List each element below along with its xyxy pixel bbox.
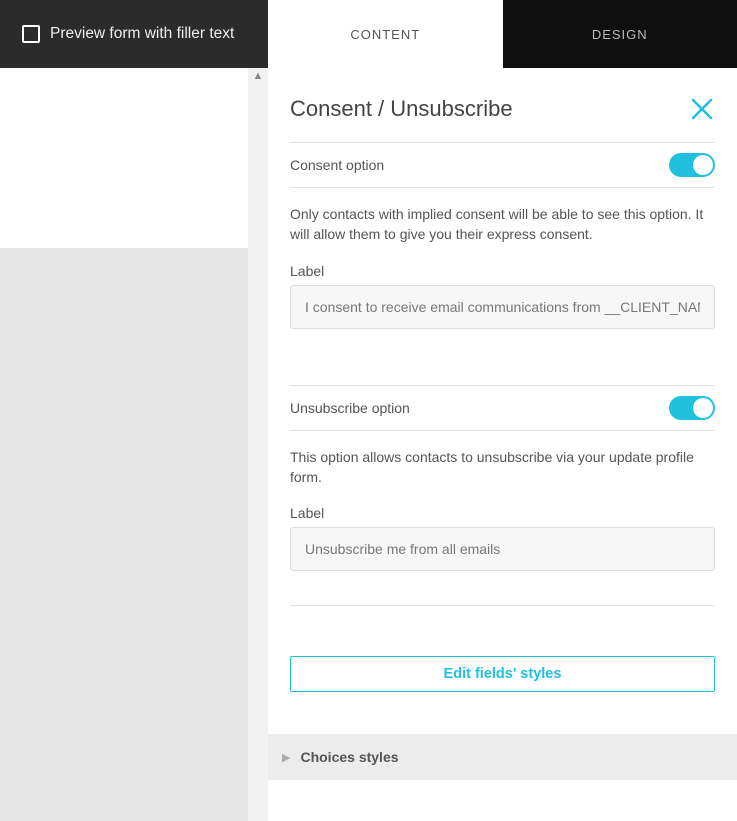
preview-checkbox[interactable] xyxy=(22,25,40,43)
consent-section-label: Consent option xyxy=(290,157,384,173)
unsubscribe-toggle[interactable] xyxy=(669,396,715,420)
choices-styles-label: Choices styles xyxy=(300,749,398,765)
left-pane xyxy=(0,68,248,821)
unsubscribe-section-row: Unsubscribe option xyxy=(290,385,715,431)
tab-design-label: DESIGN xyxy=(592,27,648,42)
consent-label-input[interactable] xyxy=(290,285,715,329)
unsubscribe-label-caption: Label xyxy=(290,505,715,521)
main-row: ▲ Consent / Unsubscribe Consent option xyxy=(0,68,737,821)
panel-title: Consent / Unsubscribe xyxy=(290,96,513,122)
top-bar: Preview form with filler text CONTENT DE… xyxy=(0,0,737,68)
settings-panel: Consent / Unsubscribe Consent option Onl… xyxy=(268,68,737,821)
preview-toggle-area: Preview form with filler text xyxy=(0,0,268,68)
toggle-knob xyxy=(693,398,713,418)
unsubscribe-label-input[interactable] xyxy=(290,527,715,571)
editor-tabs: CONTENT DESIGN xyxy=(268,0,737,68)
chevron-right-icon: ▶ xyxy=(282,751,290,764)
consent-help-text: Only contacts with implied consent will … xyxy=(290,188,715,263)
close-icon xyxy=(689,96,715,122)
scroll-up-icon: ▲ xyxy=(248,70,268,82)
consent-label-caption: Label xyxy=(290,263,715,279)
preview-label: Preview form with filler text xyxy=(50,25,234,43)
toggle-knob xyxy=(693,155,713,175)
consent-section-row: Consent option xyxy=(290,142,715,188)
choices-styles-accordion[interactable]: ▶ Choices styles xyxy=(268,734,737,780)
tab-content[interactable]: CONTENT xyxy=(268,0,503,68)
tab-content-label: CONTENT xyxy=(350,27,420,42)
unsubscribe-section-label: Unsubscribe option xyxy=(290,400,410,416)
left-pane-top xyxy=(0,68,248,248)
left-scrollbar[interactable]: ▲ xyxy=(248,68,268,821)
tab-design[interactable]: DESIGN xyxy=(503,0,737,68)
divider xyxy=(290,605,715,606)
panel-header: Consent / Unsubscribe xyxy=(290,96,715,122)
close-button[interactable] xyxy=(689,96,715,122)
unsubscribe-help-text: This option allows contacts to unsubscri… xyxy=(290,431,715,506)
consent-toggle[interactable] xyxy=(669,153,715,177)
edit-fields-styles-button[interactable]: Edit fields' styles xyxy=(290,656,715,692)
